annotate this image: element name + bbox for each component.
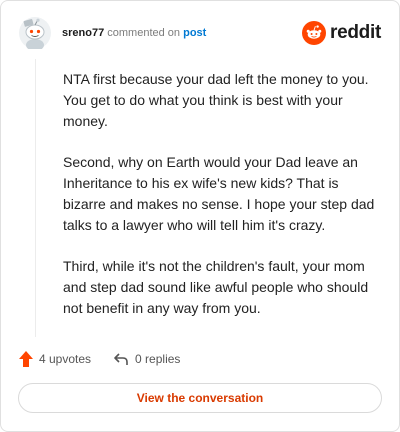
reply-icon — [114, 353, 128, 365]
reply-button[interactable]: 0 replies — [113, 352, 180, 366]
upvote-arrow-icon — [19, 351, 33, 367]
comment-header: sreno77 commented on post reddit — [19, 17, 381, 51]
view-conversation-button[interactable]: View the conversation — [18, 383, 382, 413]
reddit-logo[interactable]: reddit — [302, 20, 381, 46]
upvote-button[interactable]: 4 upvotes — [19, 351, 91, 367]
post-link[interactable]: post — [183, 27, 206, 39]
action-text: commented on — [107, 27, 181, 39]
comment-paragraph-1: NTA first because your dad left the mone… — [63, 71, 369, 129]
reply-count: 0 replies — [135, 352, 181, 366]
comment-body: NTA first because your dad left the mone… — [63, 69, 383, 339]
user-avatar[interactable] — [19, 17, 51, 51]
username-link[interactable]: sreno77 — [62, 27, 104, 39]
upvote-count: 4 upvotes — [39, 352, 92, 366]
comment-paragraph-3: Third, while it's not the children's fau… — [63, 258, 369, 316]
comment-card: sreno77 commented on post reddit NTA fir… — [0, 0, 400, 432]
comment-paragraph-2: Second, why on Earth would your Dad leav… — [63, 154, 375, 233]
thread-line — [35, 59, 36, 337]
snoo-avatar-icon — [19, 17, 51, 51]
reddit-logo-icon — [302, 21, 327, 45]
comment-actions: 4 upvotes 0 replies — [19, 349, 180, 369]
comment-meta: sreno77 commented on post — [62, 27, 206, 39]
reddit-wordmark: reddit — [330, 22, 381, 43]
